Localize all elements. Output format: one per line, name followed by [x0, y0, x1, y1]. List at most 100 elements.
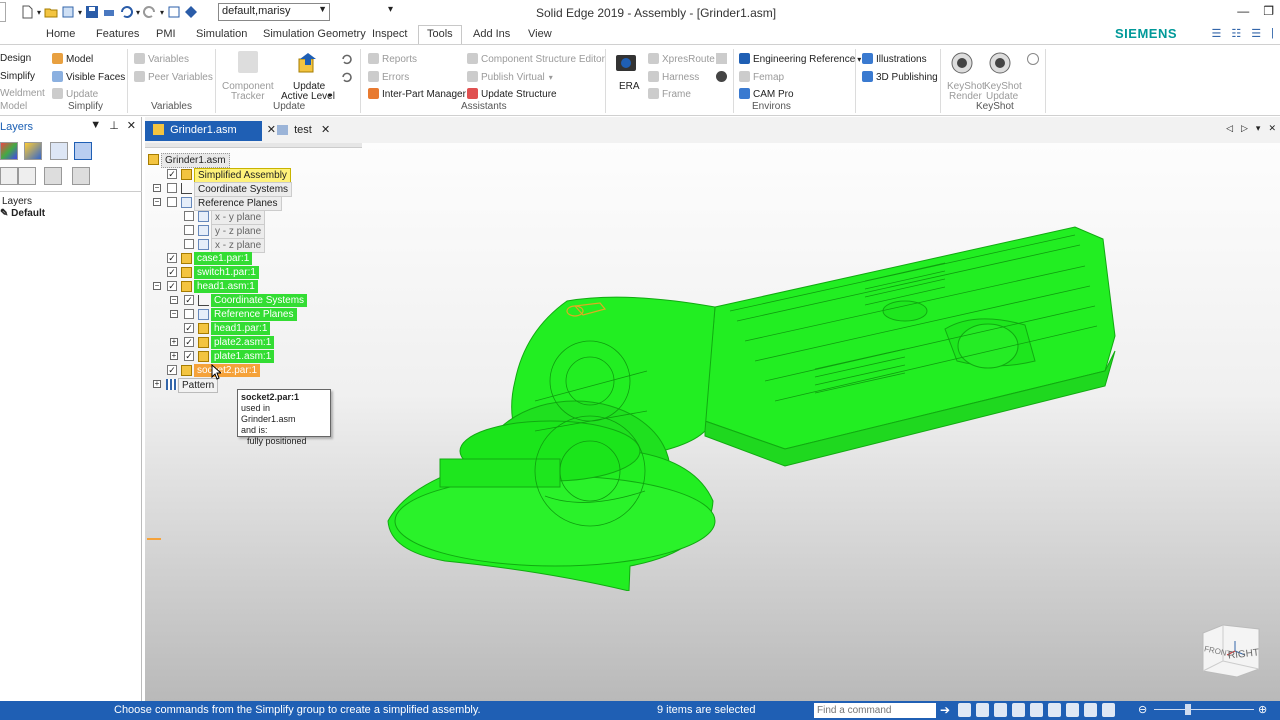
- update-simplify-button[interactable]: Update: [52, 88, 98, 100]
- fit-icon[interactable]: [994, 703, 1007, 717]
- expand-icon[interactable]: +: [170, 338, 178, 346]
- delete-layer-icon[interactable]: [44, 167, 62, 185]
- layer-properties-icon[interactable]: [72, 167, 90, 185]
- display-icon[interactable]: [1102, 703, 1115, 717]
- collapse-icon[interactable]: −: [153, 282, 161, 290]
- collapse-icon[interactable]: −: [170, 296, 178, 304]
- collapse-icon[interactable]: −: [153, 198, 161, 206]
- scroll-left-icon[interactable]: ◁: [1226, 123, 1233, 134]
- zoom-area-icon[interactable]: [958, 703, 971, 717]
- tab-simulation-geometry[interactable]: Simulation Geometry: [263, 28, 366, 40]
- zoom-out-icon[interactable]: ⊖: [1138, 703, 1147, 716]
- refresh-all-icon[interactable]: [341, 71, 353, 83]
- active-layer-icon[interactable]: [74, 142, 92, 160]
- design-button[interactable]: Design: [0, 53, 31, 64]
- update-structure-button[interactable]: Update Structure: [467, 88, 557, 100]
- era-icon[interactable]: [614, 51, 638, 75]
- tab-add-ins[interactable]: Add Ins: [473, 28, 510, 40]
- graphics-viewport[interactable]: Grinder1.asm ✓ Simplified Assembly − Coo…: [145, 143, 1280, 701]
- settings-icon[interactable]: ☰: [1251, 27, 1261, 40]
- variables-button[interactable]: Variables: [134, 53, 189, 65]
- part-icon[interactable]: [184, 5, 198, 19]
- collapse-icon[interactable]: −: [170, 310, 178, 318]
- femap-button[interactable]: Femap: [739, 71, 784, 83]
- harness-button[interactable]: Harness: [648, 71, 699, 83]
- view-cube[interactable]: FRONT RIGHT: [1201, 621, 1260, 678]
- weldment-button[interactable]: Weldment: [0, 88, 45, 99]
- find-command-input[interactable]: [814, 703, 936, 718]
- expand-icon[interactable]: +: [170, 352, 178, 360]
- keyshot-update-icon[interactable]: [988, 51, 1012, 75]
- publish-virtual-button[interactable]: Publish Virtual ▾: [467, 71, 553, 83]
- tab-list-icon[interactable]: ▾: [1256, 123, 1261, 134]
- simplify-button[interactable]: Simplify: [0, 71, 35, 82]
- redo-icon[interactable]: [143, 5, 157, 19]
- pan-icon[interactable]: [1012, 703, 1025, 717]
- inter-part-manager-button[interactable]: Inter-Part Manager: [368, 88, 466, 100]
- visibility-checkbox[interactable]: ✓: [167, 365, 177, 375]
- new-icon[interactable]: [20, 5, 34, 19]
- panel-menu-icon[interactable]: ▼: [90, 119, 101, 132]
- rotate-icon[interactable]: [1030, 703, 1043, 717]
- layer-default[interactable]: ✎ Default: [0, 208, 45, 219]
- close-icon[interactable]: ✕: [1268, 123, 1276, 134]
- visibility-checkbox[interactable]: ✓: [167, 281, 177, 291]
- checklist-icon[interactable]: ☷: [1231, 27, 1241, 40]
- app-button-icon[interactable]: [0, 2, 6, 22]
- doc-tab-grinder[interactable]: Grinder1.asm ✕: [145, 121, 276, 141]
- visibility-checkbox[interactable]: ✓: [167, 267, 177, 277]
- component-tracker-icon[interactable]: [238, 51, 258, 73]
- print-icon[interactable]: [102, 5, 116, 19]
- move-to-layer-icon[interactable]: [0, 167, 18, 185]
- undo-icon[interactable]: [119, 5, 134, 19]
- refresh-icon[interactable]: [341, 53, 353, 65]
- arrow-right-icon[interactable]: ➔: [940, 703, 953, 717]
- visibility-checkbox[interactable]: [184, 239, 194, 249]
- save-icon[interactable]: [85, 5, 99, 19]
- reports-button[interactable]: Reports: [368, 53, 417, 65]
- document-selector[interactable]: default,marisy ▼: [218, 3, 330, 21]
- component-structure-editor-button[interactable]: Component Structure Editor: [467, 53, 605, 65]
- tab-simulation[interactable]: Simulation: [196, 28, 247, 40]
- visibility-checkbox[interactable]: [167, 197, 177, 207]
- keyshot-render-icon[interactable]: [950, 51, 974, 75]
- environ-extra-icon[interactable]: [716, 53, 727, 64]
- close-icon[interactable]: ✕: [127, 119, 136, 132]
- layout-icon[interactable]: ☰: [1212, 27, 1222, 40]
- copy-to-layer-icon[interactable]: [18, 167, 36, 185]
- visibility-checkbox[interactable]: ✓: [184, 323, 194, 333]
- collapse-icon[interactable]: −: [153, 184, 161, 192]
- restore-icon[interactable]: ❐: [1263, 4, 1274, 18]
- hide-layer-icon[interactable]: [50, 142, 68, 160]
- zoom-slider[interactable]: ⊖ ⊕: [1138, 703, 1273, 717]
- visibility-checkbox[interactable]: ✓: [167, 253, 177, 263]
- zoom-thumb[interactable]: [1185, 704, 1191, 715]
- minimize-icon[interactable]: —: [1237, 4, 1249, 18]
- visibility-checkbox[interactable]: ✓: [184, 295, 194, 305]
- engineering-reference-button[interactable]: Engineering Reference ▾: [739, 53, 861, 65]
- visibility-checkbox[interactable]: [184, 309, 194, 319]
- visibility-checkbox[interactable]: ✓: [184, 351, 194, 361]
- 3d-publishing-button[interactable]: 3D Publishing: [862, 71, 938, 83]
- tab-features[interactable]: Features: [96, 28, 139, 40]
- visibility-checkbox[interactable]: ✓: [184, 337, 194, 347]
- visibility-checkbox[interactable]: [167, 183, 177, 193]
- tab-inspect[interactable]: Inspect: [372, 28, 407, 40]
- close-icon[interactable]: ✕: [321, 123, 330, 136]
- grinder-model[interactable]: [385, 221, 1125, 591]
- update-active-level-icon[interactable]: [296, 51, 320, 75]
- zoom-icon[interactable]: [976, 703, 989, 717]
- visibility-checkbox[interactable]: [184, 225, 194, 235]
- cam-pro-button[interactable]: CAM Pro: [739, 88, 794, 100]
- visibility-checkbox[interactable]: ✓: [167, 169, 177, 179]
- expand-icon[interactable]: +: [153, 380, 161, 388]
- xpresroute-button[interactable]: XpresRoute: [648, 53, 715, 65]
- keyshot-settings-icon[interactable]: [1027, 53, 1039, 65]
- tab-home[interactable]: Home: [46, 28, 75, 40]
- chevron-down-icon[interactable]: ▾: [328, 91, 332, 100]
- zoom-in-icon[interactable]: ⊕: [1258, 703, 1267, 716]
- tab-tools[interactable]: Tools: [418, 25, 462, 45]
- errors-button[interactable]: Errors: [368, 71, 409, 83]
- doc-tab-test[interactable]: test ✕: [269, 121, 330, 141]
- open-icon[interactable]: [44, 5, 58, 19]
